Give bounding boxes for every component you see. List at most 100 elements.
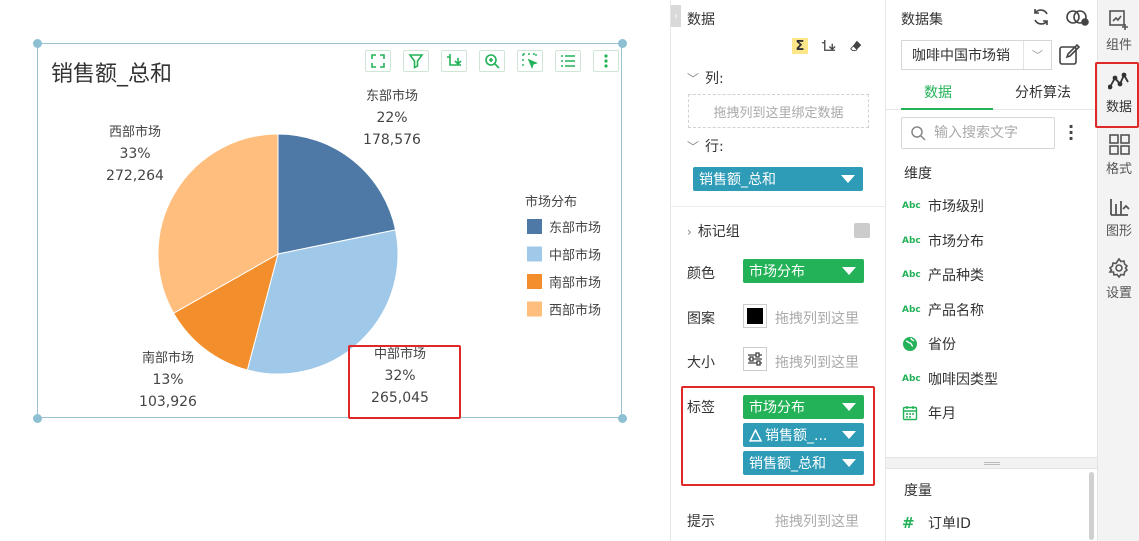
field-item[interactable]: Abc 咖啡因类型 (902, 367, 998, 391)
field-name: 市场分布 (928, 234, 984, 250)
label-field-pill-percent[interactable]: 销售额_... (743, 423, 864, 447)
data-panel-title: 数据 (687, 12, 715, 28)
number-type-icon: # (902, 514, 915, 532)
pattern-drop-hint[interactable]: 拖拽列到这里 (775, 308, 859, 328)
label-field-pill-sum[interactable]: 销售额_总和 (743, 451, 864, 475)
field-item[interactable]: Abc 市场分布 (902, 229, 984, 253)
link-dataset-icon[interactable] (1065, 7, 1089, 27)
caret-down-icon (841, 175, 855, 183)
dataset-select-value: 咖啡中国市场销 (912, 48, 1010, 64)
dataset-title: 数据集 (901, 12, 943, 28)
field-item[interactable]: Abc 产品名称 (902, 298, 984, 322)
field-name: 订单ID (928, 516, 971, 532)
data-label: 272,264 (106, 168, 164, 184)
legend-title: 市场分布 (525, 194, 577, 210)
chevron-down-icon: ﹀ (687, 140, 700, 154)
field-name: 年月 (928, 406, 956, 422)
nav-settings[interactable]: 设置 (1098, 248, 1139, 310)
nav-format[interactable]: 格式 (1098, 124, 1139, 186)
chevron-right-icon: › (674, 10, 678, 22)
legend-swatch[interactable] (527, 246, 542, 262)
caret-down-icon (842, 403, 856, 411)
size-drop-hint[interactable]: 拖拽列到这里 (775, 352, 859, 372)
chevron-right-icon: › (687, 225, 692, 239)
label-field-pill-market[interactable]: 市场分布 (743, 395, 864, 419)
text-type-icon: Abc (902, 374, 921, 384)
delta-icon (749, 428, 762, 442)
chart-icon (1110, 199, 1130, 216)
data-label: 东部市场 (366, 88, 418, 104)
more-options-icon[interactable]: · · · (1068, 119, 1074, 147)
nav-label: 组件 (1105, 38, 1132, 53)
side-nav: 组件 数据 格式 图形 设置 (1095, 0, 1139, 541)
legend-swatch[interactable] (527, 219, 542, 234)
data-label: 33% (119, 146, 150, 162)
collapse-toggle[interactable]: › (671, 5, 681, 27)
rows-label: 行: (705, 139, 724, 155)
color-label: 颜色 (687, 266, 715, 282)
component-icon (1109, 10, 1128, 30)
tab-data[interactable]: 数据 (924, 82, 952, 102)
measure-group-label: 度量 (904, 483, 932, 499)
caret-down-icon (842, 431, 856, 439)
legend-swatch[interactable] (527, 274, 542, 289)
pattern-swatch[interactable] (743, 304, 767, 328)
color-field-pill[interactable]: 市场分布 (743, 259, 864, 283)
data-label: 南部市场 (142, 350, 194, 366)
swap-axis-icon[interactable] (820, 38, 836, 54)
columns-label: 列: (705, 71, 724, 87)
text-type-icon: Abc (902, 305, 921, 315)
data-label: 22% (376, 110, 407, 126)
scrollbar[interactable] (1089, 472, 1094, 540)
tooltip-drop-hint[interactable]: 拖拽列到这里 (775, 511, 859, 531)
size-swatch[interactable] (743, 347, 767, 371)
search-input[interactable] (934, 125, 1044, 141)
field-item[interactable]: # 订单ID (902, 511, 971, 535)
globe-icon (902, 336, 924, 352)
legend-entry[interactable]: 南部市场 (549, 275, 601, 291)
tab-analysis[interactable]: 分析算法 (1015, 82, 1071, 102)
data-panel-tools: Σ (792, 38, 864, 54)
legend-entry[interactable]: 西部市场 (549, 303, 601, 319)
data-label: 103,926 (139, 394, 197, 410)
row-field-pill[interactable]: 销售额_总和 (693, 167, 863, 191)
field-name: 市场级别 (928, 199, 984, 215)
field-name: 省份 (928, 337, 956, 353)
format-icon (1109, 134, 1130, 155)
legend-entry[interactable]: 中部市场 (549, 248, 601, 264)
field-item[interactable]: 省份 (902, 332, 956, 356)
field-item[interactable]: Abc 产品种类 (902, 263, 984, 287)
highlight-box-data-nav (1095, 62, 1139, 128)
nav-component[interactable]: 组件 (1098, 0, 1139, 62)
field-item[interactable]: Abc 市场级别 (902, 194, 984, 218)
eraser-icon[interactable] (848, 38, 864, 54)
grip-icon (984, 462, 1000, 465)
data-label: 西部市场 (109, 124, 161, 140)
field-item[interactable]: 年月 (902, 401, 956, 425)
legend-entry[interactable]: 东部市场 (549, 220, 601, 236)
chevron-down-icon: ﹀ (687, 72, 700, 86)
nav-label: 格式 (1105, 162, 1132, 177)
field-search (901, 117, 1055, 149)
legend-swatch[interactable] (527, 301, 542, 317)
edit-icon[interactable] (1058, 44, 1080, 66)
nav-label: 设置 (1105, 286, 1132, 301)
data-binding-panel: › 数据 Σ ﹀ 列: 拖拽列到这里绑定数据 ﹀ 行: 销售额_总和 › 标记组 颜色… (670, 0, 886, 541)
tag-icon[interactable] (854, 223, 870, 238)
rows-section[interactable]: ﹀ 行: (687, 136, 724, 156)
active-tab-indicator (901, 108, 993, 110)
nav-chart[interactable]: 图形 (1098, 186, 1139, 248)
columns-section[interactable]: ﹀ 列: (687, 68, 724, 88)
sigma-icon[interactable]: Σ (792, 38, 808, 54)
dataset-select[interactable]: 咖啡中国市场销 ﹀ (901, 40, 1052, 70)
panel-splitter[interactable] (886, 457, 1098, 469)
field-name: 咖啡因类型 (928, 372, 998, 388)
tooltip-label: 提示 (687, 514, 715, 530)
marks-section[interactable]: › 标记组 (687, 221, 740, 241)
calendar-icon (902, 405, 924, 421)
refresh-icon[interactable] (1031, 7, 1051, 27)
slider-icon (748, 352, 762, 366)
columns-drop-zone[interactable]: 拖拽列到这里绑定数据 (688, 94, 869, 128)
chevron-down-icon: ﹀ (1023, 41, 1051, 69)
data-label: 178,576 (363, 132, 421, 148)
